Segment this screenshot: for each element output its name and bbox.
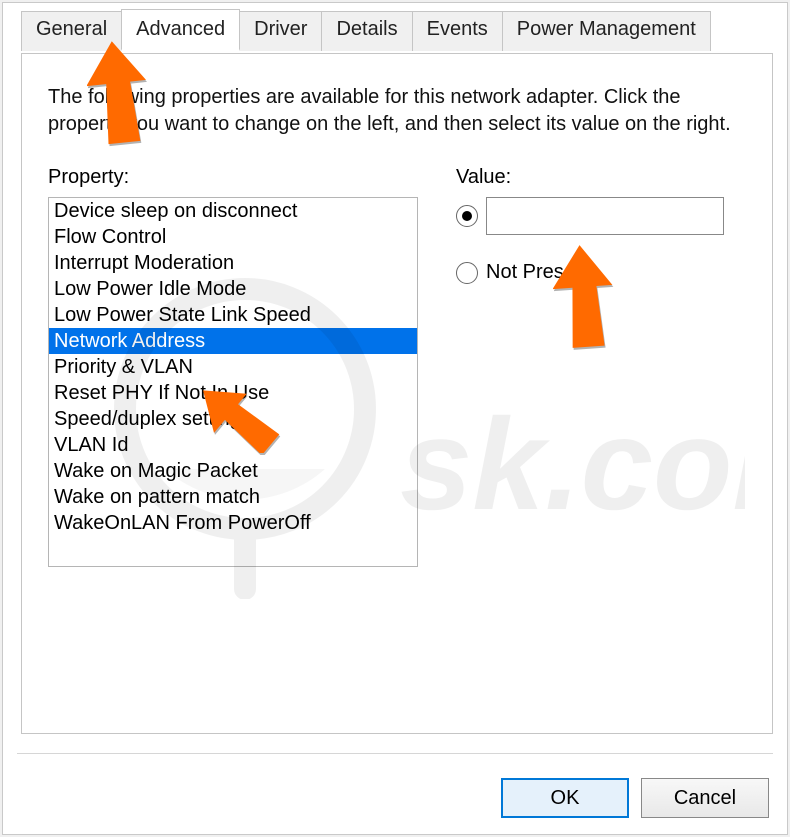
- list-item[interactable]: VLAN Id: [49, 432, 417, 458]
- value-radio-row: [456, 197, 746, 235]
- list-item[interactable]: Device sleep on disconnect: [49, 198, 417, 224]
- tab-events[interactable]: Events: [412, 11, 503, 51]
- not-present-radio-row: Not Present: [456, 261, 746, 284]
- not-present-radio[interactable]: [456, 262, 478, 284]
- tab-general[interactable]: General: [21, 11, 122, 51]
- list-item[interactable]: WakeOnLAN From PowerOff: [49, 510, 417, 536]
- list-item[interactable]: Priority & VLAN: [49, 354, 417, 380]
- tab-panel-advanced: The following properties are available f…: [21, 53, 773, 734]
- properties-dialog: General Advanced Driver Details Events P…: [2, 2, 788, 835]
- separator: [17, 753, 773, 754]
- ok-button[interactable]: OK: [501, 778, 629, 818]
- list-item[interactable]: Flow Control: [49, 224, 417, 250]
- tab-driver[interactable]: Driver: [239, 11, 322, 51]
- list-item[interactable]: Low Power State Link Speed: [49, 302, 417, 328]
- tab-details[interactable]: Details: [321, 11, 412, 51]
- list-item[interactable]: Interrupt Moderation: [49, 250, 417, 276]
- tab-advanced[interactable]: Advanced: [121, 9, 240, 51]
- dialog-buttons: OK Cancel: [501, 778, 769, 818]
- value-input[interactable]: [486, 197, 724, 235]
- property-listbox[interactable]: Device sleep on disconnectFlow ControlIn…: [48, 197, 418, 567]
- property-label: Property:: [48, 166, 418, 189]
- list-item[interactable]: Wake on pattern match: [49, 484, 417, 510]
- tab-power-management[interactable]: Power Management: [502, 11, 711, 51]
- list-item[interactable]: Low Power Idle Mode: [49, 276, 417, 302]
- list-item[interactable]: Reset PHY If Not In Use: [49, 380, 417, 406]
- not-present-label: Not Present: [486, 261, 592, 284]
- tab-bar: General Advanced Driver Details Events P…: [21, 11, 790, 51]
- list-item[interactable]: Speed/duplex settings: [49, 406, 417, 432]
- list-item[interactable]: Wake on Magic Packet: [49, 458, 417, 484]
- list-item[interactable]: Network Address: [49, 328, 417, 354]
- value-radio[interactable]: [456, 205, 478, 227]
- instruction-text: The following properties are available f…: [48, 84, 738, 138]
- cancel-button[interactable]: Cancel: [641, 778, 769, 818]
- value-label: Value:: [456, 166, 746, 189]
